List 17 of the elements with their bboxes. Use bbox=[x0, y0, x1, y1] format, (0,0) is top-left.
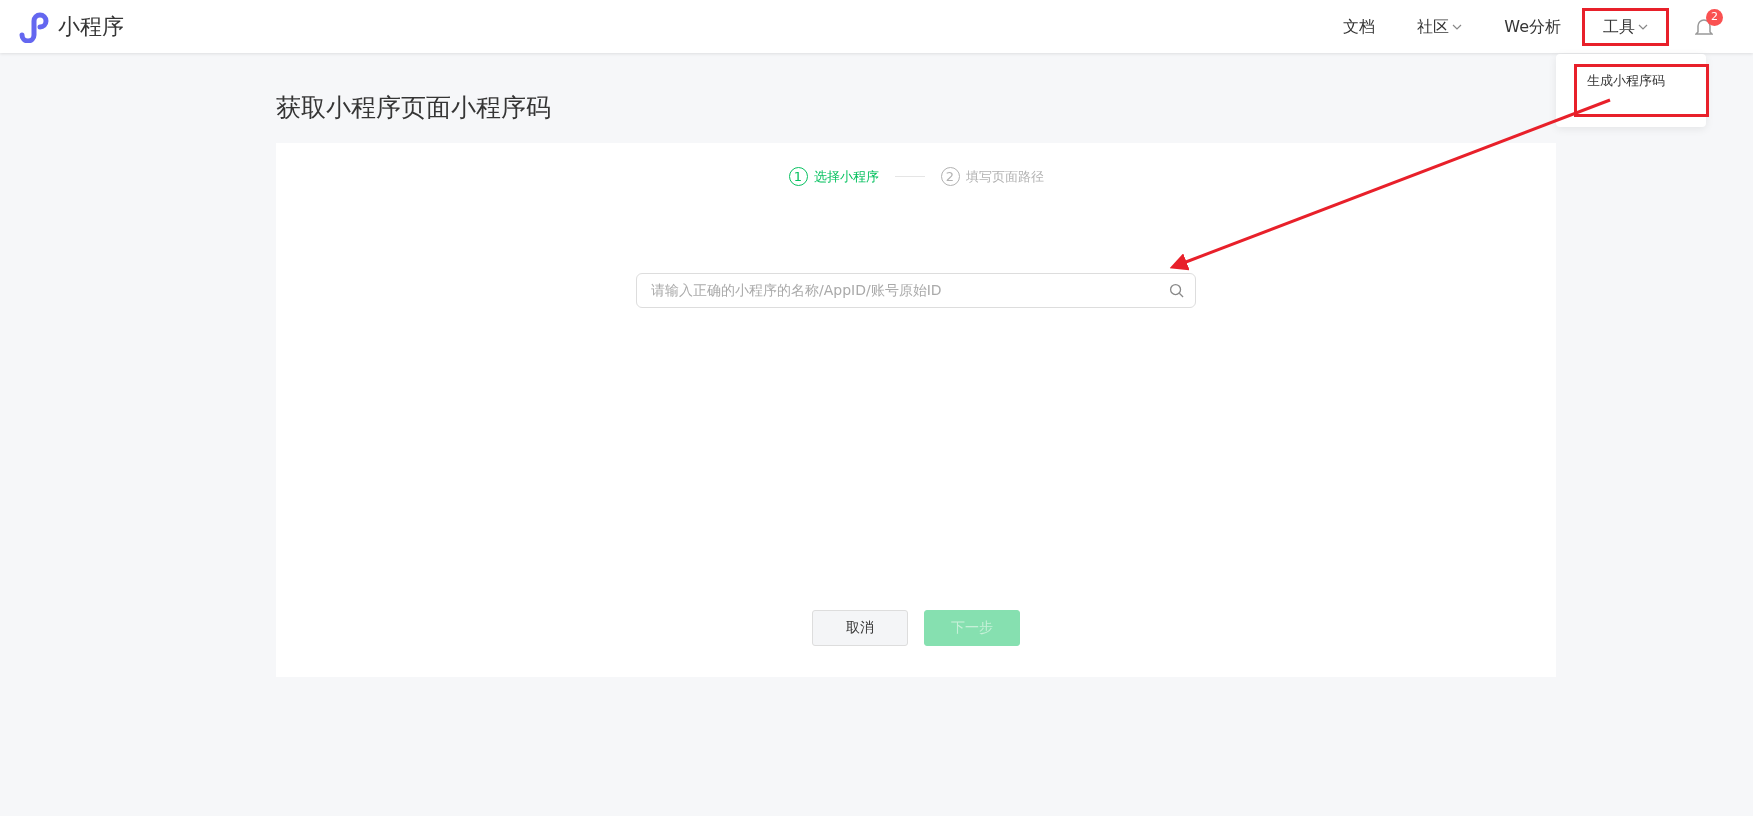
logo-icon bbox=[18, 10, 50, 43]
bell-icon[interactable] bbox=[1695, 16, 1713, 37]
step-indicator: 2 填写页面路径 bbox=[940, 167, 1044, 187]
notification-badge: 2 bbox=[1706, 8, 1723, 26]
menu-item[interactable]: 生成小程序码 bbox=[1574, 63, 1709, 117]
caret-icon bbox=[1638, 23, 1648, 30]
step-indicator: 1 选择小程序 bbox=[788, 167, 879, 187]
caret-icon bbox=[1452, 23, 1463, 30]
search-field[interactable]: 请输入正确的小程序的名称/AppID/账号原始ID bbox=[636, 272, 1196, 308]
nav-link[interactable]: We分析 bbox=[1483, 7, 1582, 46]
cancel-button[interactable]: 取消 bbox=[812, 609, 908, 646]
nav-link[interactable]: 工具 bbox=[1582, 7, 1669, 46]
nav-link[interactable]: 文档 bbox=[1322, 7, 1397, 46]
logo-text: 小程序 bbox=[58, 13, 124, 41]
search-icon[interactable] bbox=[1169, 282, 1184, 298]
nav-link[interactable]: 社区 bbox=[1396, 7, 1484, 46]
page-title: 获取小程序页面小程序码 bbox=[276, 93, 552, 123]
